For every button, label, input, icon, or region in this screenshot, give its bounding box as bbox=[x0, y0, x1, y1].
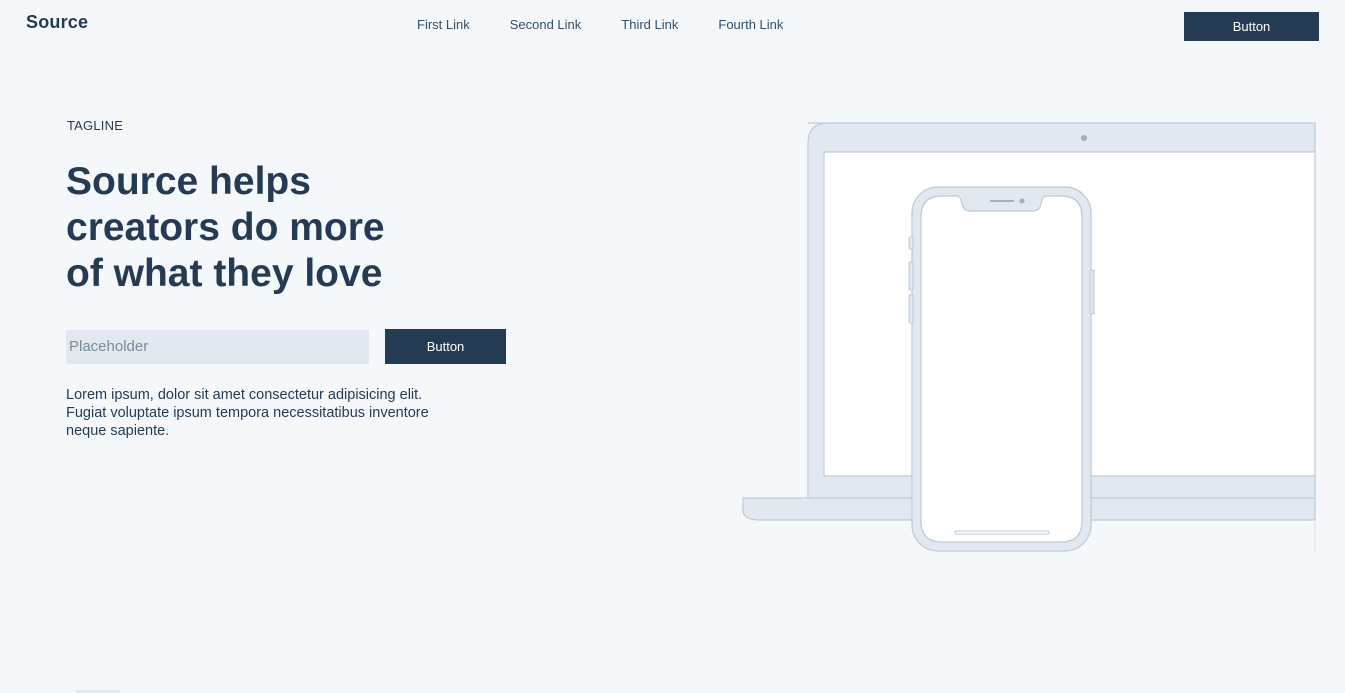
nav-link-second[interactable]: Second Link bbox=[510, 17, 582, 32]
smartphone-icon bbox=[908, 186, 1095, 552]
primary-nav: First Link Second Link Third Link Fourth… bbox=[417, 17, 823, 32]
email-input[interactable] bbox=[66, 329, 369, 364]
nav-link-first[interactable]: First Link bbox=[417, 17, 470, 32]
submit-button[interactable]: Button bbox=[385, 329, 506, 364]
hero-section: TAGLINE Source helps creators do more of… bbox=[66, 118, 526, 455]
hero-description: Lorem ipsum, dolor sit amet consectetur … bbox=[66, 387, 429, 439]
top-navigation-bar: Source First Link Second Link Third Link… bbox=[0, 0, 1345, 52]
device-illustration bbox=[740, 120, 1320, 560]
hero-headline: Source helps creators do more of what th… bbox=[66, 160, 385, 295]
nav-link-third[interactable]: Third Link bbox=[621, 17, 678, 32]
nav-link-fourth[interactable]: Fourth Link bbox=[718, 17, 783, 32]
signup-form: Button bbox=[66, 329, 526, 364]
hero-tagline: TAGLINE bbox=[67, 118, 124, 133]
device-illustration-svg bbox=[742, 122, 1316, 552]
header-cta-button[interactable]: Button bbox=[1184, 12, 1319, 41]
brand-logo[interactable]: Source bbox=[26, 12, 88, 33]
